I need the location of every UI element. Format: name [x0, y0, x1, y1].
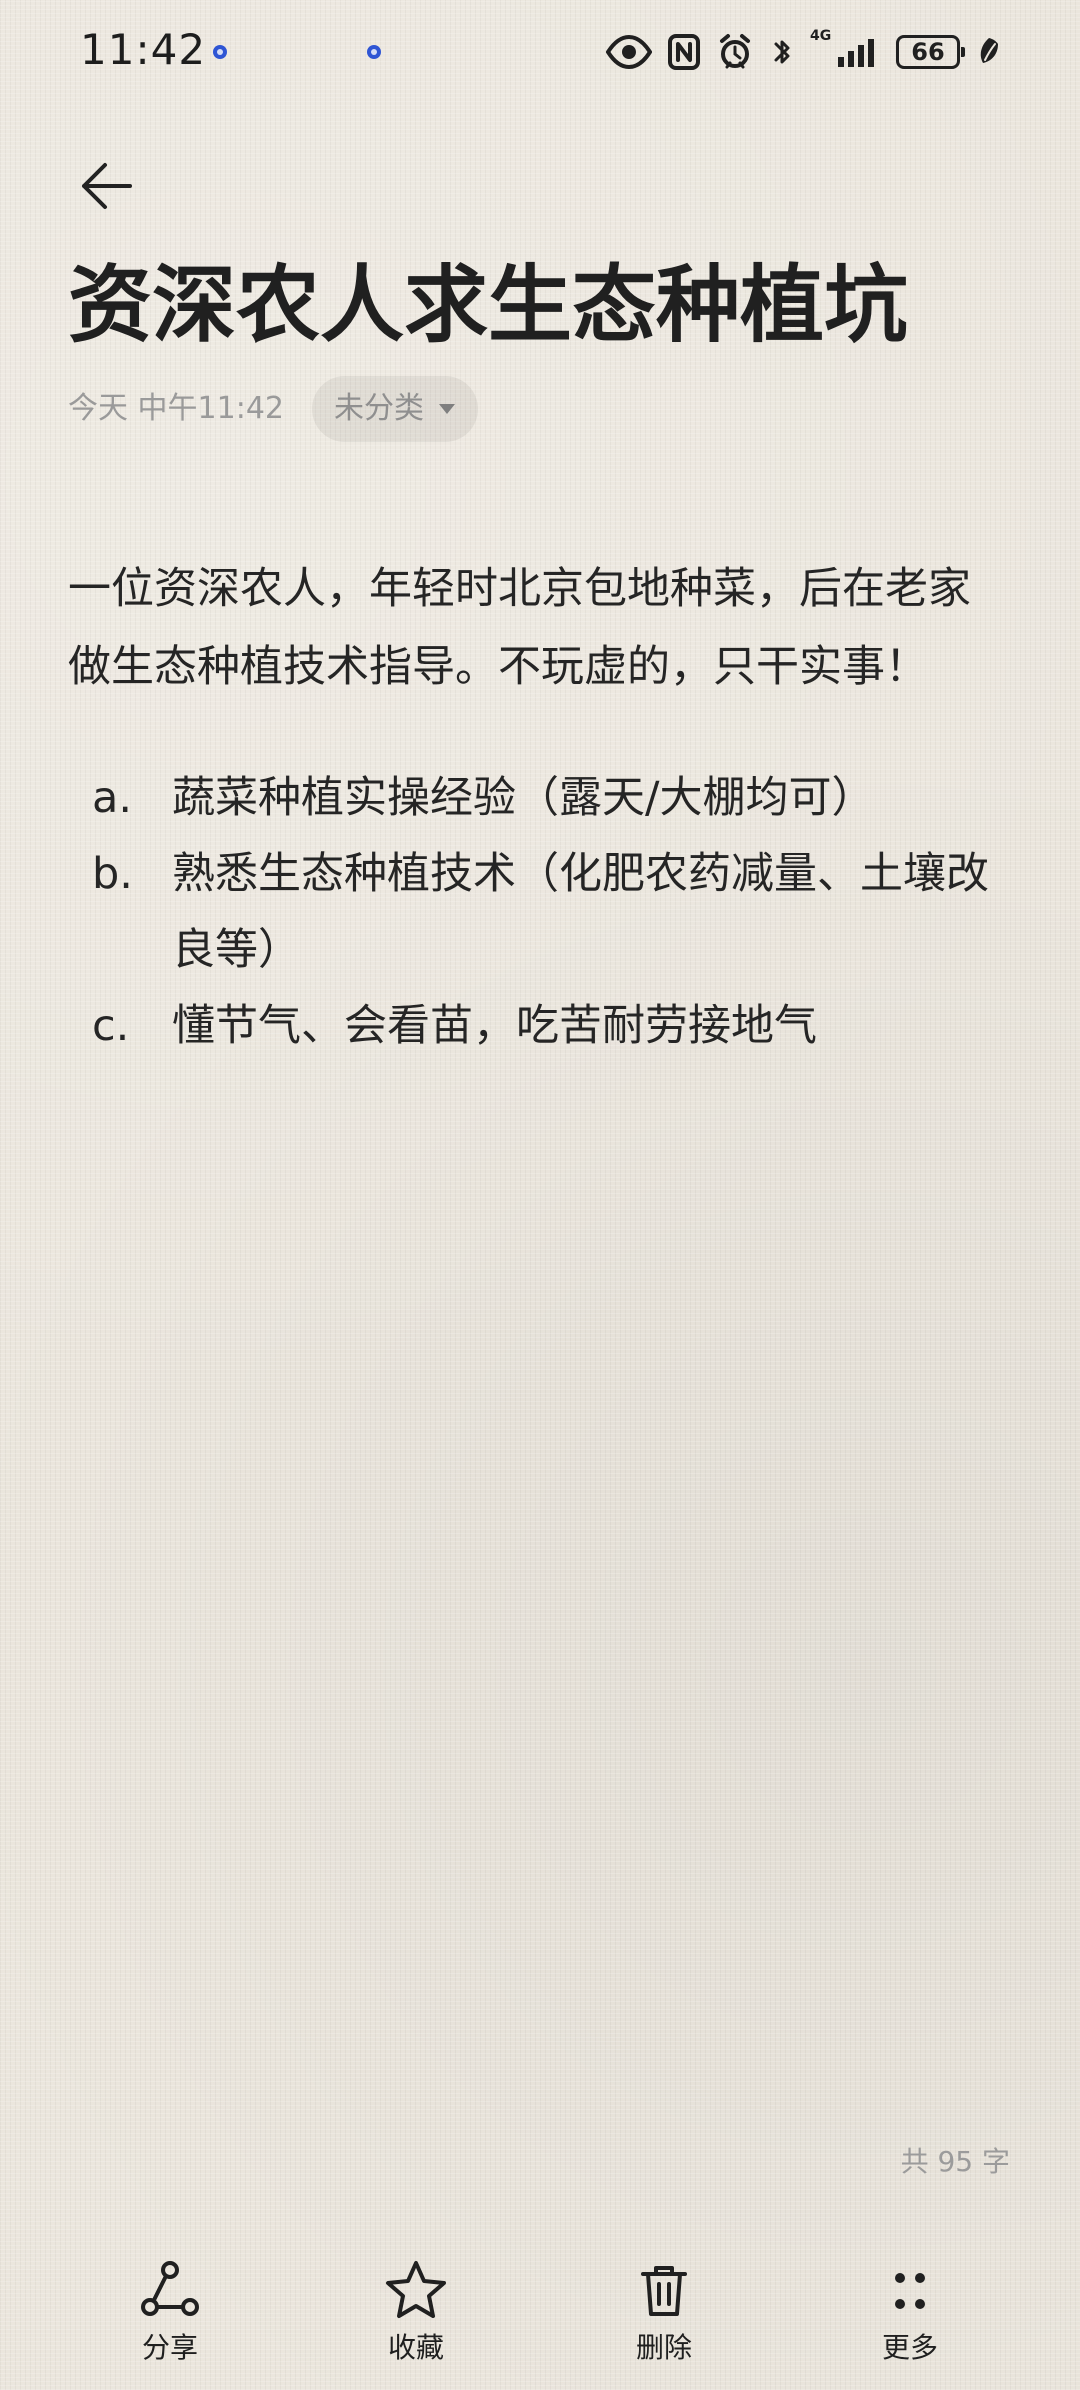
- leaf-icon: [976, 36, 1002, 68]
- alarm-icon: [716, 33, 754, 71]
- note-meta: 今天 中午11:42 未分类: [68, 376, 478, 442]
- note-title: 资深农人求生态种植坑: [68, 256, 909, 354]
- note-date: 今天 中午11:42: [68, 391, 284, 426]
- more-grid-icon: [875, 2256, 945, 2326]
- star-icon: [381, 2256, 451, 2326]
- word-count: 共 95 字: [900, 2145, 1010, 2178]
- location-dot-icon: [367, 45, 381, 59]
- nfc-icon: [668, 34, 700, 70]
- trash-icon: [629, 2256, 699, 2326]
- bluetooth-icon: [770, 34, 794, 70]
- status-bar: 11:42 4G 66: [0, 0, 1080, 105]
- note-body: 一位资深农人，年轻时北京包地种菜，后在老家做生态种植技术指导。不玩虚的，只干实事…: [68, 564, 971, 692]
- favorite-label: 收藏: [387, 2331, 444, 2364]
- location-dot-icon: [213, 45, 227, 59]
- status-time: 11:42: [80, 25, 207, 74]
- battery-frame: 66: [896, 35, 965, 69]
- list-item-text: 熟悉生态种植技术（化肥农药减量、土壤改良等）: [172, 849, 989, 975]
- battery-icon: 66: [896, 35, 965, 69]
- favorite-button[interactable]: 收藏: [346, 2256, 486, 2376]
- back-button[interactable]: [70, 150, 142, 222]
- list-marker: a.: [92, 773, 133, 823]
- signal-icon: 4G: [810, 29, 880, 71]
- share-icon: [135, 2256, 205, 2326]
- category-selector[interactable]: 未分类: [312, 376, 478, 442]
- list-item-text: 蔬菜种植实操经验（露天/大棚均可）: [172, 773, 875, 823]
- note-content[interactable]: 一位资深农人，年轻时北京包地种菜，后在老家做生态种植技术指导。不玩虚的，只干实事…: [68, 550, 1008, 1064]
- list-item: a. 蔬菜种植实操经验（露天/大棚均可）: [68, 760, 1008, 836]
- eye-icon: [606, 35, 652, 69]
- list-marker: b.: [92, 849, 133, 899]
- note-list: a. 蔬菜种植实操经验（露天/大棚均可） b. 熟悉生态种植技术（化肥农药减量、…: [68, 760, 1008, 1064]
- status-icons: 4G 66: [606, 28, 1002, 76]
- list-item: b. 熟悉生态种植技术（化肥农药减量、土壤改良等）: [68, 836, 1008, 988]
- battery-level: 66: [911, 38, 945, 66]
- more-label: 更多: [881, 2331, 938, 2364]
- network-label: 4G: [810, 28, 832, 44]
- list-item-text: 懂节气、会看苗，吃苦耐劳接地气: [172, 1001, 817, 1051]
- share-label: 分享: [141, 2331, 198, 2364]
- delete-label: 删除: [635, 2331, 692, 2364]
- share-button[interactable]: 分享: [100, 2256, 240, 2376]
- bottom-action-bar: 分享 收藏 删除 更多: [0, 2240, 1080, 2390]
- category-label: 未分类: [334, 391, 424, 426]
- list-marker: c.: [92, 1001, 130, 1051]
- delete-button[interactable]: 删除: [594, 2256, 734, 2376]
- more-button[interactable]: 更多: [840, 2256, 980, 2376]
- back-arrow-icon: [82, 163, 132, 209]
- dropdown-icon: [436, 398, 458, 420]
- list-item: c. 懂节气、会看苗，吃苦耐劳接地气: [68, 988, 1008, 1064]
